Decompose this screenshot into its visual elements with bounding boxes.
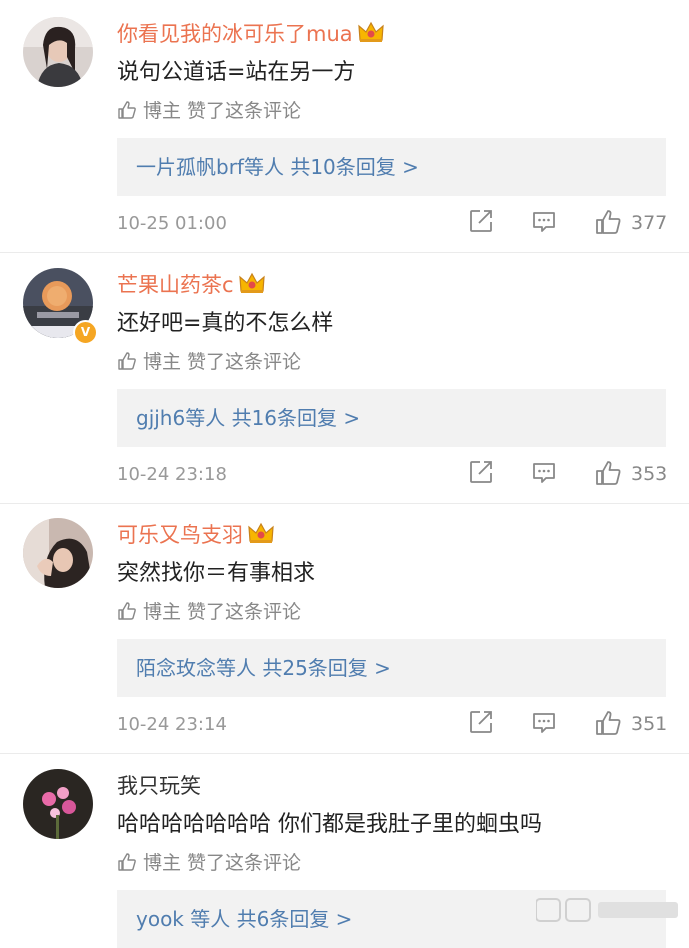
thumbs-up-icon xyxy=(118,352,136,370)
thumbs-up-icon xyxy=(596,210,621,234)
thumbs-up-icon xyxy=(596,461,621,485)
thumbs-up-icon xyxy=(596,711,621,735)
like-count: 351 xyxy=(631,713,668,735)
reply-summary-link[interactable]: yook 等人 共6条回复 > xyxy=(136,904,352,934)
avatar[interactable] xyxy=(23,518,93,588)
comment-text: 哈哈哈哈哈哈哈 你们都是我肚子里的蛔虫吗 xyxy=(117,812,542,837)
crown-badge-icon xyxy=(357,21,384,42)
username[interactable]: 芒果山药茶c xyxy=(117,271,266,299)
timestamp: 10-24 23:18 xyxy=(117,464,227,485)
comment-text: 突然找你＝有事相求 xyxy=(117,561,316,586)
author-liked-line: 博主 赞了这条评论 xyxy=(117,349,301,375)
share-button[interactable] xyxy=(468,208,496,238)
comment-item: 可乐又鸟支羽 突然找你＝有事相求 博主 赞了这条评论 陌念玫念等人 共25条回复… xyxy=(0,501,689,751)
author-liked-line: 博主 赞了这条评论 xyxy=(117,599,301,625)
watermark xyxy=(535,896,686,923)
username[interactable]: 我只玩笑 xyxy=(117,772,201,800)
comment-item: V 芒果山药茶c 还好吧=真的不怎么样 博主 赞了这条评论 gjjh6等人 共1… xyxy=(0,251,689,501)
share-button[interactable] xyxy=(468,459,496,489)
username[interactable]: 你看见我的冰可乐了mua xyxy=(117,20,385,48)
liked-by-text: 博主 赞了这条评论 xyxy=(143,601,302,623)
comment-icon xyxy=(533,713,555,733)
author-liked-line: 博主 赞了这条评论 xyxy=(117,850,301,876)
watermark-logo xyxy=(535,898,678,922)
share-icon xyxy=(470,210,492,232)
liked-by-text: 博主 赞了这条评论 xyxy=(143,100,302,122)
crown-badge-icon xyxy=(238,272,265,293)
verified-badge-icon: V xyxy=(73,320,98,345)
like-button[interactable]: 351 xyxy=(594,709,674,739)
like-button[interactable]: 377 xyxy=(594,208,674,238)
crown-badge-icon xyxy=(248,522,274,543)
thumbs-up-icon xyxy=(118,101,136,119)
like-button[interactable]: 353 xyxy=(594,459,674,489)
like-count: 353 xyxy=(631,463,668,485)
comment-item: 你看见我的冰可乐了mua 说句公道话=站在另一方 博主 赞了这条评论 一片孤帆b… xyxy=(0,0,689,250)
reply-summary[interactable]: 陌念玫念等人 共25条回复 > xyxy=(117,639,666,697)
username-text[interactable]: 你看见我的冰可乐了mua xyxy=(117,22,353,46)
username-text[interactable]: 我只玩笑 xyxy=(117,774,201,798)
share-icon xyxy=(470,711,492,733)
username[interactable]: 可乐又鸟支羽 xyxy=(117,521,275,549)
share-button[interactable] xyxy=(468,709,496,739)
liked-by-text: 博主 赞了这条评论 xyxy=(143,351,302,373)
reply-summary-link[interactable]: 一片孤帆brf等人 共10条回复 > xyxy=(136,152,419,182)
username-text[interactable]: 芒果山药茶c xyxy=(117,273,234,297)
avatar[interactable] xyxy=(23,769,93,839)
comment-icon xyxy=(533,212,555,232)
timestamp: 10-24 23:14 xyxy=(117,714,227,735)
author-liked-line: 博主 赞了这条评论 xyxy=(117,98,301,124)
timestamp: 10-25 01:00 xyxy=(117,213,227,234)
reply-summary-link[interactable]: gjjh6等人 共16条回复 > xyxy=(136,403,360,433)
thumbs-up-icon xyxy=(118,853,136,871)
reply-summary[interactable]: gjjh6等人 共16条回复 > xyxy=(117,389,666,447)
thumbs-up-icon xyxy=(118,602,136,620)
comment-button[interactable] xyxy=(531,208,559,238)
reply-summary[interactable]: 一片孤帆brf等人 共10条回复 > xyxy=(117,138,666,196)
comment-button[interactable] xyxy=(531,459,559,489)
username-text[interactable]: 可乐又鸟支羽 xyxy=(117,523,243,547)
comment-text: 说句公道话=站在另一方 xyxy=(117,60,356,85)
avatar[interactable] xyxy=(23,17,93,87)
reply-summary-link[interactable]: 陌念玫念等人 共25条回复 > xyxy=(136,653,391,683)
comment-text: 还好吧=真的不怎么样 xyxy=(117,311,334,336)
share-icon xyxy=(470,461,492,483)
liked-by-text: 博主 赞了这条评论 xyxy=(143,852,302,874)
comment-button[interactable] xyxy=(531,709,559,739)
comment-icon xyxy=(533,463,555,483)
like-count: 377 xyxy=(631,212,668,234)
